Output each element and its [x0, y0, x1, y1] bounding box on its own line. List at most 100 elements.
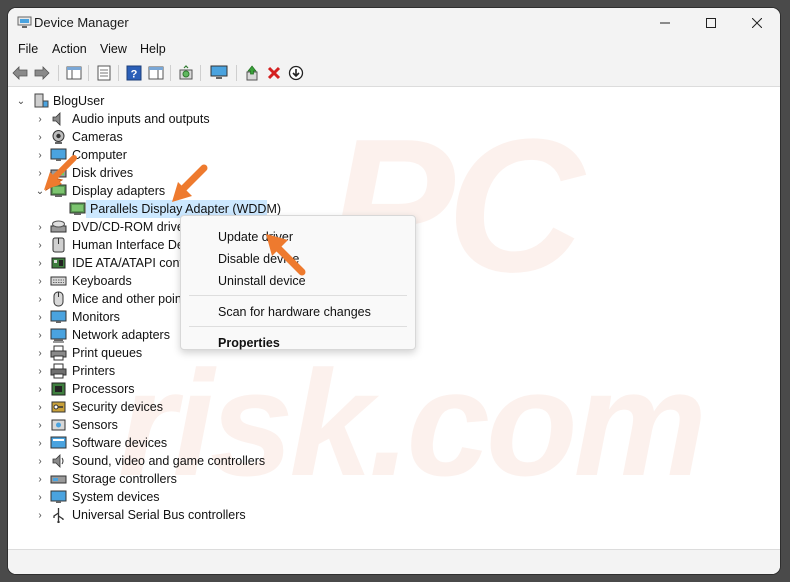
- maximize-icon: [706, 18, 716, 28]
- toolbar-separator: [200, 65, 201, 81]
- tree-item-cameras[interactable]: › Cameras: [8, 128, 228, 146]
- show-hide-console-tree-button[interactable]: [65, 64, 83, 82]
- menu-file[interactable]: File: [18, 42, 38, 56]
- expand-chevron-icon[interactable]: ›: [34, 470, 46, 488]
- collapse-chevron-icon[interactable]: ⌄: [15, 92, 27, 110]
- tree-item-audio[interactable]: › Audio inputs and outputs: [8, 110, 228, 128]
- uninstall-toolbar-button[interactable]: [265, 64, 283, 82]
- tree-item-label: Printers: [72, 364, 116, 378]
- tree-item-label: Print queues: [72, 346, 143, 360]
- expand-chevron-icon[interactable]: ›: [34, 344, 46, 362]
- tree-item-software-devices[interactable]: › Software devices: [8, 434, 228, 452]
- tree-item-label: Sensors: [72, 418, 118, 432]
- tree-item-sensors[interactable]: › Sensors: [8, 416, 228, 434]
- tree-item-label: DVD/CD-ROM drives: [72, 220, 191, 234]
- tree-item-label: Cameras: [72, 130, 123, 144]
- tree-item-label: Universal Serial Bus controllers: [72, 508, 246, 522]
- action-pane-button[interactable]: [147, 64, 165, 82]
- security-key-icon: [51, 401, 66, 413]
- context-scan-hardware[interactable]: Scan for hardware changes: [218, 305, 371, 319]
- scan-hardware-toolbar-button[interactable]: [177, 64, 195, 82]
- expand-chevron-icon[interactable]: ›: [34, 272, 46, 290]
- expand-chevron-icon[interactable]: ›: [34, 398, 46, 416]
- update-driver-icon: [246, 65, 258, 81]
- expand-chevron-icon[interactable]: ›: [34, 128, 46, 146]
- expand-chevron-icon[interactable]: ›: [34, 290, 46, 308]
- context-disable-device[interactable]: Disable device: [218, 252, 299, 266]
- context-update-driver[interactable]: Update driver: [218, 230, 293, 244]
- disable-device-toolbar-button[interactable]: [287, 64, 305, 82]
- tree-item-label: Sound, video and game controllers: [72, 454, 266, 468]
- tree-item-label: Security devices: [72, 400, 164, 414]
- back-button[interactable]: [11, 64, 29, 82]
- forward-button[interactable]: [33, 64, 51, 82]
- expand-chevron-icon[interactable]: ›: [34, 416, 46, 434]
- tree-item-printers[interactable]: › Printers: [8, 362, 228, 380]
- close-icon: [752, 18, 762, 28]
- tree-item-label: Display adapters: [72, 184, 166, 198]
- minimize-button[interactable]: [642, 8, 688, 38]
- tree-item-computer[interactable]: › Computer: [8, 146, 228, 164]
- minimize-icon: [660, 22, 670, 24]
- network-adapter-icon: [50, 328, 67, 343]
- tree-item-label: Network adapters: [72, 328, 170, 342]
- expand-chevron-icon[interactable]: ›: [34, 452, 46, 470]
- tree-item-display-adapters[interactable]: ⌄ Display adapters: [8, 182, 228, 200]
- maximize-button[interactable]: [688, 8, 734, 38]
- system-device-icon: [50, 490, 67, 503]
- tree-item-label: Monitors: [72, 310, 120, 324]
- expand-chevron-icon[interactable]: ›: [34, 434, 46, 452]
- action-pane-icon: [148, 66, 164, 80]
- tree-item-label: Mice and other point: [72, 292, 186, 306]
- expand-chevron-icon[interactable]: ›: [34, 380, 46, 398]
- tree-item-sound-video-game[interactable]: › Sound, video and game controllers: [8, 452, 268, 470]
- toolbar-separator: [88, 65, 89, 81]
- tree-item-storage-controllers[interactable]: › Storage controllers: [8, 470, 228, 488]
- toolbar-separator: [236, 65, 237, 81]
- tree-item-disk-drives[interactable]: › Disk drives: [8, 164, 228, 182]
- device-manager-app-icon: [17, 16, 32, 28]
- usb-icon: [53, 508, 64, 523]
- update-driver-toolbar-button[interactable]: [243, 64, 261, 82]
- display-toolbar-button[interactable]: [210, 64, 228, 82]
- expand-chevron-icon[interactable]: ›: [34, 110, 46, 128]
- tree-item-processors[interactable]: › Processors: [8, 380, 228, 398]
- expand-chevron-icon[interactable]: ›: [34, 254, 46, 272]
- toolbar-separator: [118, 65, 119, 81]
- expand-chevron-icon[interactable]: ›: [34, 218, 46, 236]
- close-button[interactable]: [734, 8, 780, 38]
- tree-item-usb-controllers[interactable]: › Universal Serial Bus controllers: [8, 506, 248, 524]
- expand-chevron-icon[interactable]: ›: [34, 308, 46, 326]
- help-toolbar-button[interactable]: ?: [125, 64, 143, 82]
- tree-item-label: Human Interface Dev: [72, 238, 191, 252]
- context-properties[interactable]: Properties: [218, 336, 280, 350]
- tree-root-label: BlogUser: [53, 94, 105, 108]
- expand-chevron-icon[interactable]: ›: [34, 326, 46, 344]
- menu-help[interactable]: Help: [140, 42, 166, 56]
- expand-chevron-icon[interactable]: ›: [34, 506, 46, 524]
- console-tree-icon: [66, 66, 82, 80]
- collapse-chevron-icon[interactable]: ⌄: [34, 182, 46, 200]
- expand-chevron-icon[interactable]: ›: [34, 146, 46, 164]
- expand-chevron-icon[interactable]: ›: [34, 488, 46, 506]
- expand-chevron-icon[interactable]: ›: [34, 236, 46, 254]
- tree-item-system-devices[interactable]: › System devices: [8, 488, 228, 506]
- context-separator: [189, 326, 407, 327]
- context-uninstall-device[interactable]: Uninstall device: [218, 274, 306, 288]
- menu-action[interactable]: Action: [52, 42, 87, 56]
- tree-root-bloguser[interactable]: ⌄ BlogUser: [8, 92, 228, 110]
- printer-icon: [50, 363, 67, 379]
- context-menu: Update driver Disable device Uninstall d…: [180, 215, 416, 350]
- title-bar[interactable]: Device Manager: [8, 8, 780, 38]
- speaker-icon: [52, 112, 61, 126]
- software-device-icon: [50, 436, 67, 449]
- expand-chevron-icon[interactable]: ›: [34, 164, 46, 182]
- menu-view[interactable]: View: [100, 42, 127, 56]
- toolbar-separator: [170, 65, 171, 81]
- expand-chevron-icon[interactable]: ›: [34, 362, 46, 380]
- properties-toolbar-button[interactable]: [95, 64, 113, 82]
- svg-text:?: ?: [131, 69, 138, 81]
- tree-item-security-devices[interactable]: › Security devices: [8, 398, 228, 416]
- tree-item-label: Parallels Display Adapter (WDDM): [90, 202, 282, 216]
- keyboard-icon: [50, 276, 67, 286]
